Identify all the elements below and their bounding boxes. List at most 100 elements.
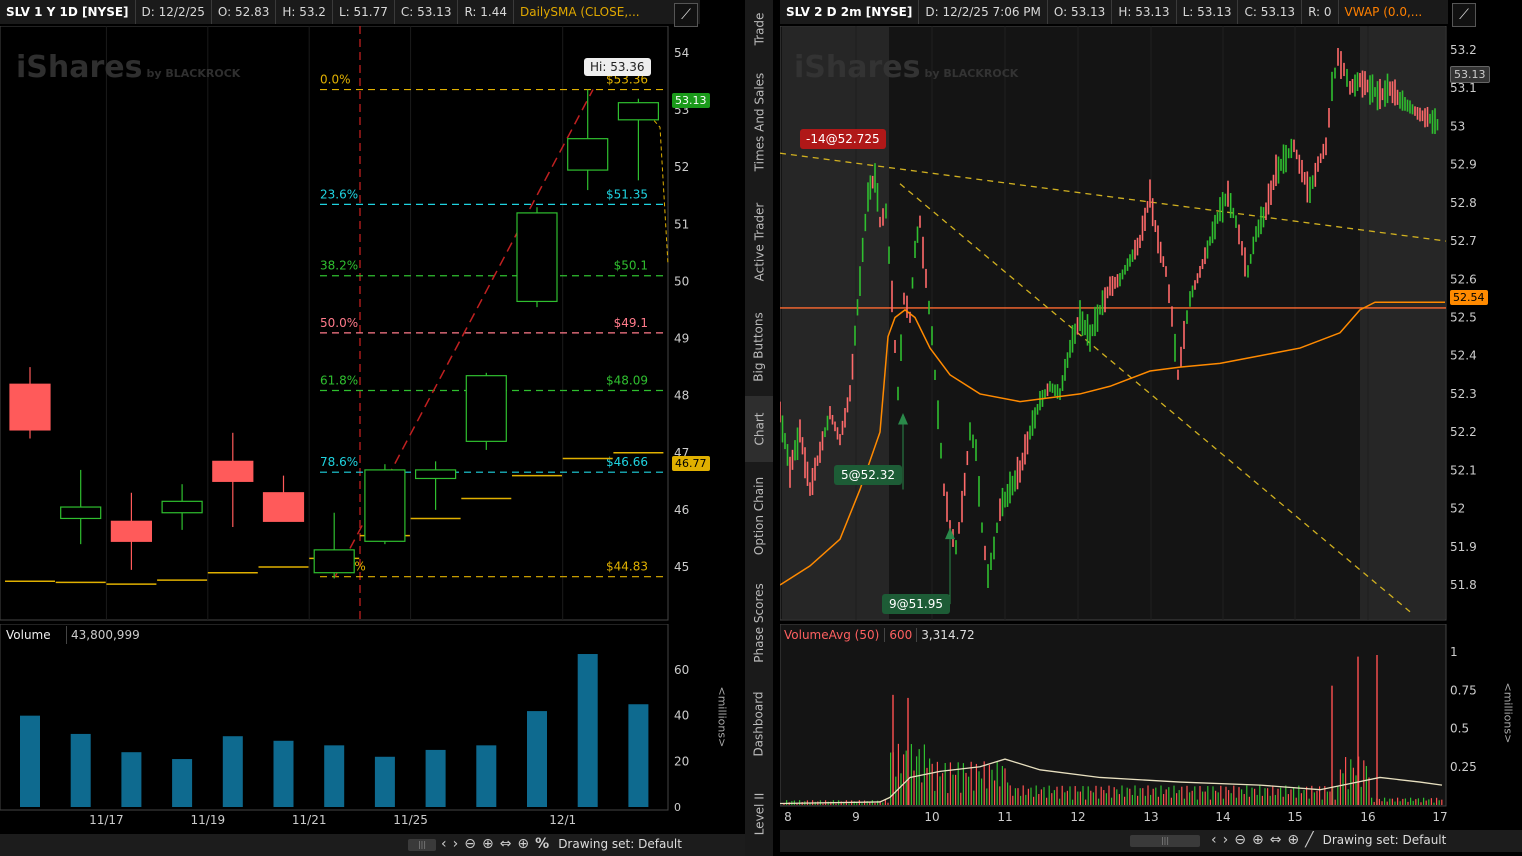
right-time-tick: 13	[1143, 810, 1158, 824]
candle-body[interactable]	[262, 492, 305, 522]
scroll-left-icon[interactable]: ‹	[441, 836, 447, 852]
zoom-out-icon[interactable]: ⊖	[464, 836, 476, 852]
candle-body[interactable]	[313, 549, 355, 574]
right-price-tick: 52.2	[1450, 425, 1477, 439]
right-symbol[interactable]: SLV 2 D 2m [NYSE]	[780, 0, 920, 24]
left-chart-style-button[interactable]: ⟋	[674, 3, 698, 27]
right-time-tick: 14	[1215, 810, 1230, 824]
left-open: O: 52.83	[212, 0, 277, 24]
right-last-price-badge: 53.13	[1450, 66, 1490, 83]
candle-body[interactable]	[364, 469, 406, 542]
side-tab-label: Trade	[752, 12, 767, 46]
zoom-in-icon[interactable]: ⊕	[1252, 832, 1264, 848]
side-tab-big-buttons[interactable]: Big Buttons	[745, 298, 773, 396]
left-date-tick: 11/19	[191, 813, 226, 827]
scroll-left-icon[interactable]: ‹	[1211, 832, 1217, 848]
fib-price-label: $46.66	[606, 455, 648, 469]
left-high: H: 53.2	[276, 0, 333, 24]
fib-pct-label: 23.6%	[320, 187, 358, 201]
crosshair-icon[interactable]: ⊕	[1287, 832, 1299, 848]
candle-body[interactable]	[110, 520, 153, 542]
left-price-chart[interactable]: 545352515049484746450.0% $53.3623.6% $51.3…	[0, 26, 712, 622]
left-volume-value: 43,800,999	[66, 626, 144, 644]
crosshair-icon[interactable]: ⊕	[517, 836, 529, 852]
right-price-tick: 52.3	[1450, 387, 1477, 401]
left-volume-tick: 20	[674, 754, 689, 768]
right-chart-style-button[interactable]: ⟋	[1452, 3, 1476, 27]
right-volume-tick: 0.5	[1450, 722, 1469, 736]
left-date-tick: 11/21	[292, 813, 327, 827]
candle-body[interactable]	[617, 102, 660, 121]
right-time-tick: 10	[924, 810, 939, 824]
side-tab-trade[interactable]: Trade	[745, 0, 773, 58]
right-price-tick: 52.8	[1450, 196, 1477, 210]
right-drawing-set[interactable]: Drawing set: Default	[1323, 833, 1447, 847]
zoom-in-icon[interactable]: ⊕	[482, 836, 494, 852]
candle-body[interactable]	[60, 506, 102, 520]
left-millions-label: <millions>	[715, 686, 729, 748]
side-tab-label: Chart	[752, 412, 767, 446]
side-tab-option-chain[interactable]: Option Chain	[745, 462, 773, 570]
candle-body[interactable]	[9, 383, 51, 431]
side-tab-times-and-sales[interactable]: Times And Sales	[745, 58, 773, 185]
left-volume-tick: 40	[674, 709, 689, 723]
left-scrollbar[interactable]: |||	[408, 839, 436, 851]
candle-body[interactable]	[465, 375, 507, 442]
right-time-tick: 15	[1287, 810, 1302, 824]
percent-icon[interactable]: %	[535, 836, 549, 852]
candle-body[interactable]	[212, 460, 254, 482]
drawing-line-icon[interactable]: ╱	[1305, 832, 1313, 848]
volume-bar	[628, 704, 649, 807]
volume-bar	[121, 752, 142, 807]
right-scrollbar[interactable]: |||	[1130, 835, 1200, 847]
right-price-tick: 51.9	[1450, 540, 1477, 554]
right-volume-title: VolumeAvg (50) 600 3,314.72	[784, 628, 979, 642]
scroll-right-icon[interactable]: ›	[1223, 832, 1229, 848]
volume-avg-label[interactable]: VolumeAvg (50)	[784, 628, 884, 642]
right-volume-chart[interactable]: 1 0.75 0.5 0.25 8 9 10 11 12 13 14 15 16 17	[780, 624, 1522, 832]
right-price-tick: 52.6	[1450, 272, 1477, 286]
candle-body[interactable]	[516, 212, 558, 303]
left-price-tick: 46	[674, 503, 689, 517]
right-date: D: 12/2/25 7:06 PM	[919, 0, 1048, 24]
premarket-shade	[782, 27, 889, 619]
candle-body[interactable]	[567, 138, 609, 171]
left-symbol[interactable]: SLV 1 Y 1D [NYSE]	[0, 0, 136, 24]
fib-pct-label: 78.6%	[320, 455, 358, 469]
right-price-tick: 52.4	[1450, 349, 1477, 363]
candle-body[interactable]	[161, 500, 203, 514]
left-watermark: iShares by BLACKROCK	[16, 50, 241, 85]
zoom-out-icon[interactable]: ⊖	[1234, 832, 1246, 848]
side-tab-level-ii[interactable]: Level II	[745, 772, 773, 856]
right-close: C: 53.13	[1238, 0, 1303, 24]
fib-price-label: $48.09	[606, 374, 648, 388]
right-price-chart[interactable]: 53.2 53.1 53 52.9 52.8 52.7 52.6 52.5 52.4 52.3 52…	[780, 26, 1522, 622]
right-study-label[interactable]: VWAP (0.0,...	[1339, 0, 1429, 24]
left-price-tick: 49	[674, 332, 689, 346]
pan-icon[interactable]: ⇔	[1270, 832, 1282, 848]
right-range: R: 0	[1302, 0, 1339, 24]
left-sma-price-badge: 46.77	[672, 456, 710, 471]
candle-body[interactable]	[415, 469, 457, 480]
volume-bar	[527, 711, 547, 807]
right-price-tick: 52.5	[1450, 311, 1477, 325]
left-volume-chart[interactable]: 60 40 20 0 11/17 11/19 11/21 11/25 12/1	[0, 624, 712, 832]
side-tab-label: Big Buttons	[752, 312, 767, 382]
scroll-right-icon[interactable]: ›	[453, 836, 459, 852]
left-volume-title: Volume	[6, 628, 51, 642]
fib-price-label: $44.83	[606, 560, 648, 574]
pan-icon[interactable]: ⇔	[500, 836, 512, 852]
left-close: C: 53.13	[395, 0, 459, 24]
side-tab-dashboard[interactable]: Dashboard	[745, 676, 773, 772]
trade-bubble-buy-2: 9@51.95	[882, 594, 950, 614]
fib-pct-label: 0.0%	[320, 73, 351, 87]
left-study-label[interactable]: DailySMA (CLOSE,...	[514, 0, 646, 24]
volume-avg-value: 3,314.72	[916, 628, 978, 642]
side-tab-chart[interactable]: Chart	[745, 396, 773, 462]
right-volume-tick: 0.25	[1450, 760, 1477, 774]
side-tab-label: Active Trader	[752, 202, 767, 281]
volume-bar	[425, 749, 446, 807]
side-tab-phase-scores[interactable]: Phase Scores	[745, 570, 773, 676]
side-tab-active-trader[interactable]: Active Trader	[745, 185, 773, 298]
left-drawing-set[interactable]: Drawing set: Default	[558, 837, 682, 851]
